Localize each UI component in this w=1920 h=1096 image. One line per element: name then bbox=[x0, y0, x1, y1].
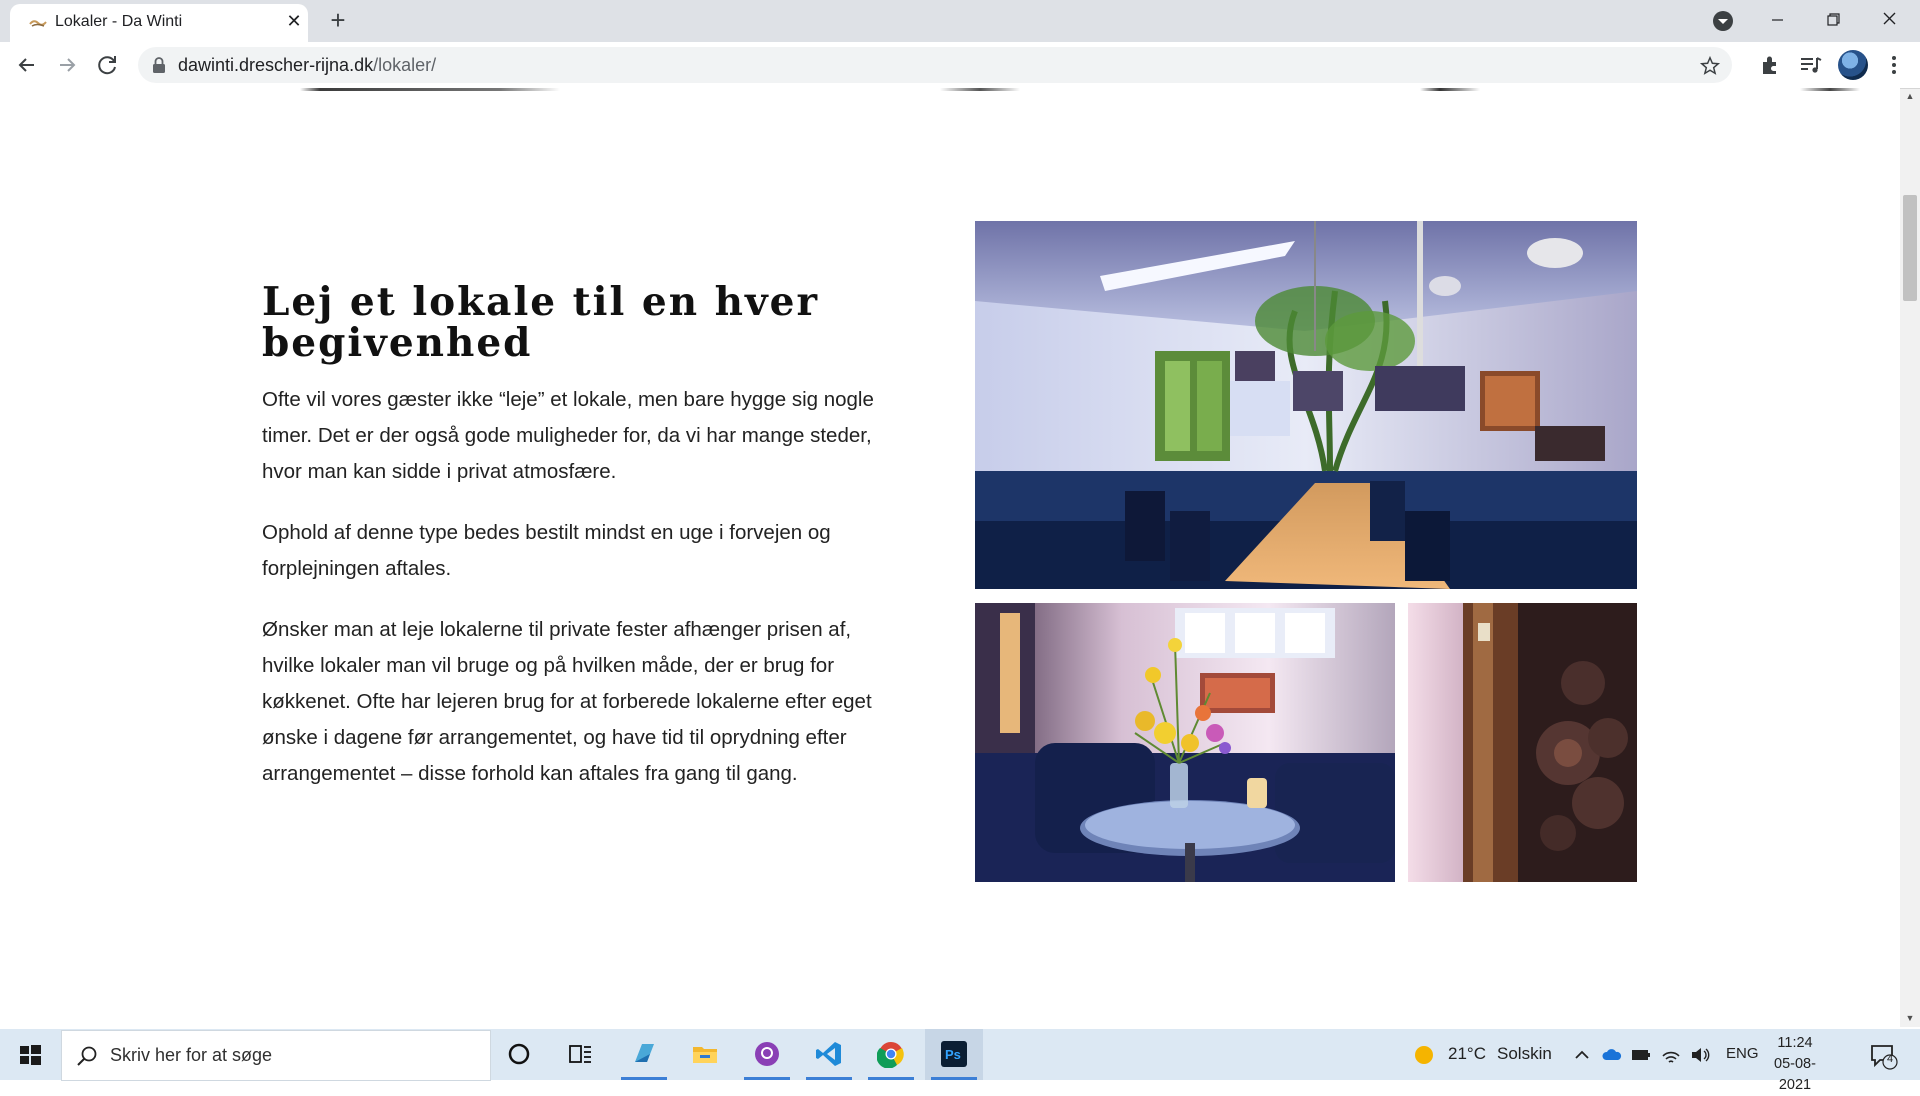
lounge-table-photo bbox=[975, 603, 1395, 882]
forward-arrow-icon[interactable] bbox=[53, 51, 81, 79]
github-desktop-icon[interactable] bbox=[738, 1029, 796, 1080]
url-domain: dawinti.drescher-rijna.dk bbox=[178, 55, 374, 75]
photoshop-icon[interactable]: Ps bbox=[925, 1029, 983, 1080]
tab-close-icon[interactable]: ✕ bbox=[282, 9, 306, 33]
chevron-up-icon[interactable] bbox=[1571, 1044, 1593, 1066]
url-path: /lokaler/ bbox=[373, 55, 437, 75]
clock-date: 05-08-2021 bbox=[1774, 1056, 1816, 1093]
browser-tabstrip: Lokaler - Da Winti ✕ + bbox=[0, 0, 1920, 42]
cortana-icon[interactable] bbox=[490, 1029, 548, 1080]
paragraph-booking: Ophold af denne type bedes bestilt minds… bbox=[262, 521, 831, 580]
tab-search-icon[interactable] bbox=[1710, 8, 1736, 34]
search-placeholder: Skriv her for at søge bbox=[110, 1045, 273, 1065]
windows-start-icon[interactable] bbox=[0, 1029, 60, 1080]
wifi-icon[interactable] bbox=[1660, 1044, 1682, 1066]
page-heading: Lej et lokale til en hver begivenhed bbox=[262, 279, 819, 366]
scrollbar-thumb[interactable] bbox=[1903, 195, 1917, 301]
file-explorer-icon[interactable] bbox=[676, 1029, 734, 1080]
url-text[interactable]: dawinti.drescher-rijna.dk/lokaler/ bbox=[178, 55, 436, 76]
volume-icon[interactable] bbox=[1689, 1044, 1711, 1066]
back-arrow-icon[interactable] bbox=[13, 51, 41, 79]
address-bar[interactable]: dawinti.drescher-rijna.dk/lokaler/ bbox=[138, 47, 1732, 83]
task-view-icon[interactable] bbox=[551, 1029, 609, 1080]
wood-carving-photo bbox=[1408, 603, 1637, 882]
windows-taskbar: Skriv her for at søge Ps 21°C Solskin EN… bbox=[0, 1029, 1920, 1093]
minimize-icon[interactable] bbox=[1750, 0, 1804, 40]
tab-title: Lokaler - Da Winti bbox=[55, 13, 183, 30]
weather-sun-icon[interactable] bbox=[1413, 1044, 1435, 1066]
battery-icon[interactable] bbox=[1630, 1044, 1652, 1066]
new-tab-button[interactable]: + bbox=[324, 6, 352, 34]
browser-tab[interactable]: Lokaler - Da Winti ✕ bbox=[10, 4, 308, 42]
clock[interactable]: 11:24 05-08-2021 bbox=[1760, 1033, 1830, 1096]
restore-icon[interactable] bbox=[1806, 0, 1860, 40]
site-favicon-icon bbox=[29, 20, 47, 27]
chrome-icon[interactable] bbox=[862, 1029, 920, 1080]
lock-icon[interactable] bbox=[152, 57, 166, 73]
azure-data-studio-icon[interactable] bbox=[615, 1029, 673, 1080]
meeting-room-photo bbox=[975, 221, 1637, 589]
weather-temperature[interactable]: 21°C bbox=[1448, 1044, 1486, 1064]
vscode-icon[interactable] bbox=[800, 1029, 858, 1080]
chrome-menu-icon[interactable] bbox=[1881, 52, 1907, 78]
scroll-up-arrow-icon[interactable]: ▲ bbox=[1905, 91, 1915, 101]
weather-condition[interactable]: Solskin bbox=[1497, 1044, 1552, 1064]
page-content: Lej et lokale til en hver begivenhed Oft… bbox=[262, 282, 902, 792]
bookmark-star-icon[interactable] bbox=[1699, 55, 1721, 77]
taskbar-search-box[interactable]: Skriv her for at søge bbox=[61, 1030, 491, 1081]
close-window-icon[interactable] bbox=[1862, 0, 1916, 40]
reload-icon[interactable] bbox=[94, 51, 122, 79]
clock-time: 11:24 bbox=[1777, 1035, 1813, 1051]
paragraph-casual-visit: Ofte vil vores gæster ikke “leje” et lok… bbox=[262, 388, 874, 483]
extensions-puzzle-icon[interactable] bbox=[1758, 52, 1784, 78]
profile-avatar[interactable] bbox=[1838, 50, 1868, 80]
paragraph-private-parties: Ønsker man at leje lokalerne til private… bbox=[262, 618, 872, 785]
svg-text:Ps: Ps bbox=[945, 1047, 961, 1062]
action-center-icon[interactable]: 4 bbox=[1868, 1041, 1898, 1071]
search-icon bbox=[77, 1046, 97, 1066]
onedrive-cloud-icon[interactable] bbox=[1601, 1044, 1623, 1066]
hero-image-edge bbox=[0, 88, 1900, 91]
scroll-down-arrow-icon[interactable]: ▼ bbox=[1905, 1013, 1915, 1023]
media-control-icon[interactable] bbox=[1798, 52, 1824, 78]
input-language[interactable]: ENG bbox=[1726, 1045, 1759, 1062]
notification-count: 4 bbox=[1887, 1053, 1894, 1065]
browser-toolbar: dawinti.drescher-rijna.dk/lokaler/ bbox=[0, 42, 1920, 89]
